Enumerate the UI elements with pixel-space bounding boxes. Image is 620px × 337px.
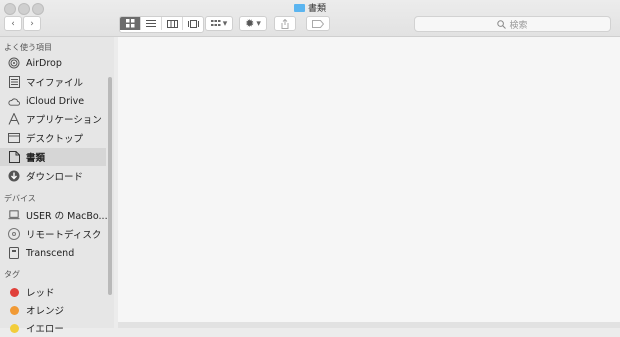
group-grid-icon [210, 19, 221, 26]
grid-view-icon[interactable] [120, 17, 141, 30]
sidebar-item-downloads[interactable]: ダウンロード [0, 167, 106, 185]
search-field[interactable]: 検索 [414, 16, 611, 32]
sidebar: よく使う項目 AirDrop マイファイル iCloud Drive アプリケー… [0, 37, 114, 335]
red-tag-dot-icon [9, 287, 19, 297]
documents-icon [8, 151, 20, 163]
sidebar-item-transcend[interactable]: Transcend [0, 244, 106, 262]
folder-icon [293, 4, 305, 12]
sidebar-item-documents[interactable]: 書類 [0, 148, 106, 166]
back-button[interactable]: ‹ [4, 16, 22, 31]
file-browser-area[interactable] [118, 37, 620, 322]
yellow-tag-dot-icon [9, 323, 19, 333]
finder-window: 書類 ‹ › ▾ ✹ ▾ 検索 よく使う項目 AirDrop マイファイル iC… [0, 0, 620, 335]
all-files-icon [8, 76, 20, 88]
forward-button[interactable]: › [23, 16, 41, 31]
section-header-devices: デバイス [4, 194, 36, 203]
share-icon [281, 18, 289, 29]
search-icon [497, 19, 507, 29]
view-switcher[interactable] [119, 16, 204, 33]
sidebar-item-tag-orange[interactable]: オレンジ [0, 301, 106, 319]
airdrop-icon [8, 57, 20, 69]
section-header-tags: タグ [4, 270, 20, 279]
sidebar-item-tag-yellow[interactable]: イエロー [0, 319, 106, 337]
section-header-favorites: よく使う項目 [4, 43, 52, 52]
sidebar-item-remote-disc[interactable]: リモートディスク [0, 225, 106, 243]
download-icon [8, 170, 20, 182]
tag-icon [312, 19, 324, 28]
list-view-icon[interactable] [141, 17, 162, 30]
group-button[interactable]: ▾ [205, 16, 233, 31]
share-button[interactable] [274, 16, 296, 31]
gallery-view-icon[interactable] [183, 17, 203, 30]
orange-tag-dot-icon [9, 305, 19, 315]
column-view-icon[interactable] [162, 17, 183, 30]
sidebar-item-airdrop[interactable]: AirDrop [0, 54, 106, 72]
applications-icon [8, 113, 20, 125]
desktop-icon [8, 132, 20, 144]
sidebar-item-icloud-drive[interactable]: iCloud Drive [0, 92, 106, 110]
action-button[interactable]: ✹ ▾ [239, 16, 267, 31]
title-bar: 書類 ‹ › ▾ ✹ ▾ 検索 [0, 0, 620, 37]
gear-icon: ✹ [245, 17, 255, 30]
sidebar-scrollbar[interactable] [108, 77, 112, 295]
horizontal-scrollbar[interactable] [118, 322, 620, 328]
sidebar-item-macbook[interactable]: USER の MacBo... [0, 206, 108, 224]
sidebar-item-tag-red[interactable]: レッド [0, 283, 106, 301]
disc-icon [8, 228, 20, 240]
window-title: 書類 [0, 1, 620, 14]
drive-icon [8, 247, 20, 259]
tags-button[interactable] [306, 16, 330, 31]
sidebar-item-applications[interactable]: アプリケーション [0, 110, 106, 128]
laptop-icon [8, 209, 20, 221]
sidebar-item-all-files[interactable]: マイファイル [0, 73, 106, 91]
search-placeholder: 検索 [509, 20, 528, 31]
sidebar-item-desktop[interactable]: デスクトップ [0, 129, 106, 147]
cloud-icon [8, 95, 20, 107]
